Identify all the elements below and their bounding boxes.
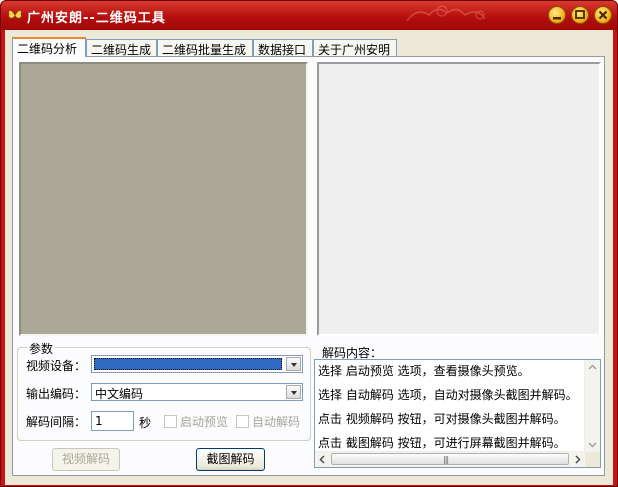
video-device-label: 视频设备：	[26, 359, 87, 373]
vertical-scrollbar[interactable]	[584, 360, 600, 452]
minimize-icon	[553, 17, 561, 20]
grip-icon: |||	[443, 455, 449, 464]
interval-unit: 秒	[139, 416, 152, 430]
scroll-up-icon[interactable]	[585, 360, 600, 375]
result-line: 选择 启动预览 选项，查看摄像头预览。	[318, 364, 530, 378]
video-device-selection	[94, 358, 282, 370]
cloud-decoration	[406, 5, 486, 22]
maximize-icon	[575, 10, 585, 19]
tab-panel-qr-analysis: 参数 视频设备： 输出编码： 中文编码 解码间隔： 1 秒 启动预览 自动解码 …	[12, 56, 605, 476]
scroll-left-icon[interactable]	[315, 452, 330, 467]
tab-qr-analysis[interactable]: 二维码分析	[12, 37, 86, 57]
result-line: 点击 截图解码 按钮，可进行屏幕截图并解码。	[318, 436, 566, 450]
start-preview-checkbox[interactable]: 启动预览	[164, 413, 228, 430]
video-preview-area	[19, 62, 308, 336]
close-button[interactable]	[594, 6, 612, 24]
chevron-down-icon[interactable]	[286, 385, 301, 399]
tab-about[interactable]: 关于广州安明	[313, 39, 397, 57]
horizontal-scrollbar[interactable]: |||	[315, 451, 585, 467]
scroll-down-icon[interactable]	[585, 437, 600, 452]
title-bar[interactable]: 广州安朗--二维码工具	[1, 1, 617, 30]
params-group-title: 参数	[27, 340, 56, 357]
minimize-button[interactable]	[548, 6, 566, 24]
capture-image-area	[317, 62, 601, 336]
tab-qr-batch-generate[interactable]: 二维码批量生成	[157, 39, 253, 57]
result-line: 点击 视频解码 按钮，可对摄像头截图并解码。	[318, 412, 566, 426]
tab-data-interface[interactable]: 数据接口	[253, 39, 313, 57]
result-line: 选择 自动解码 选项，自动对摄像头截图并解码。	[318, 388, 578, 402]
decode-result-text[interactable]: 选择 启动预览 选项，查看摄像头预览。 选择 自动解码 选项，自动对摄像头截图并…	[314, 359, 601, 468]
capture-decode-button[interactable]: 截图解码	[196, 448, 265, 471]
auto-decode-checkbox[interactable]: 自动解码	[236, 413, 300, 430]
scroll-right-icon[interactable]	[570, 452, 585, 467]
decode-interval-input[interactable]: 1	[91, 411, 134, 431]
scroll-corner	[585, 452, 600, 467]
client-area: 二维码分析 二维码生成 二维码批量生成 数据接口 关于广州安明 参数 视频设备：…	[5, 30, 613, 485]
butterfly-icon	[8, 9, 22, 19]
chevron-down-icon[interactable]	[286, 357, 301, 371]
close-icon	[598, 10, 608, 20]
output-encoding-select[interactable]: 中文编码	[91, 383, 303, 401]
tab-qr-generate[interactable]: 二维码生成	[86, 39, 157, 57]
video-device-select[interactable]	[91, 355, 303, 373]
app-window: 广州安朗--二维码工具 二维码分析 二维码生成 二维码批量生成 数据接口 关于广…	[0, 0, 618, 487]
window-title: 广州安朗--二维码工具	[27, 11, 166, 26]
checkbox-icon	[164, 415, 177, 428]
decode-interval-label: 解码间隔：	[26, 415, 87, 429]
maximize-button[interactable]	[571, 6, 589, 24]
scroll-thumb[interactable]: |||	[331, 453, 569, 465]
checkbox-icon	[236, 415, 249, 428]
output-encoding-value: 中文编码	[95, 387, 144, 401]
output-encoding-label: 输出编码：	[26, 387, 87, 401]
video-decode-button[interactable]: 视频解码	[52, 448, 120, 471]
